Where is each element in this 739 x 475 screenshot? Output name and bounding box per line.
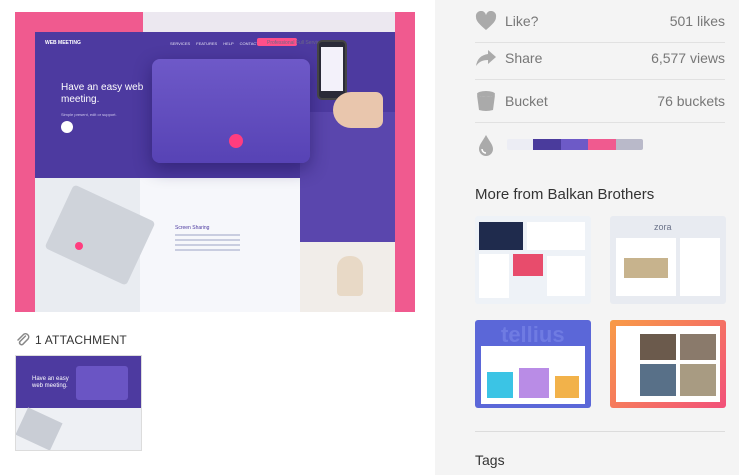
thumb-photo [624,258,668,278]
share-arrow-icon [475,47,497,69]
thumb-card [479,254,509,298]
shot-pink-dot [75,242,83,250]
color-palette-row [475,123,725,166]
thumb-red-block [513,254,543,276]
shot-section-heading: Professional Full Service [267,40,323,46]
bucket-row[interactable]: Bucket 76 buckets [475,80,725,123]
thumb-card [547,256,585,296]
thumb-card [76,366,128,400]
attachments-header: 1 ATTACHMENT [15,332,127,348]
thumb-chart-bars [487,372,513,398]
shot-login-card [152,59,310,163]
shot-column: WEB MEETING SERVICES FEATURES HELP CONTA… [0,0,435,475]
shot-card-arrow-icon [229,134,243,148]
shot-pink-edge [395,12,415,312]
shot-play-icon [61,121,73,133]
thumb-heading: Have an easy web meeting. [32,376,69,389]
palette-swatch[interactable] [507,139,533,150]
more-shot-zora[interactable]: zora [610,216,726,304]
thumb-zora-text: zora [654,222,672,232]
palette-swatch[interactable] [588,139,616,150]
more-shot-tellius[interactable]: tellius [475,320,591,408]
thumb-tellius-text: tellius [501,322,565,347]
attachment-thumbnail[interactable]: Have an easy web meeting. [15,355,142,451]
palette-swatch[interactable] [616,139,643,150]
tags-title: Tags [475,452,505,468]
shot-screen-sharing-title: Screen Sharing [175,225,210,231]
thumb-photo [640,334,676,360]
shot-phone-screen [321,47,343,91]
shot-page: WEB MEETING SERVICES FEATURES HELP CONTA… [0,0,739,475]
more-shot-real-estate[interactable] [610,320,726,408]
like-count: 501 likes [669,13,725,29]
paperclip-icon [17,333,30,346]
shot-text-lines [175,234,240,254]
palette-swatch[interactable] [533,139,561,150]
droplet-icon [475,134,497,156]
more-shot-dashboard[interactable] [475,216,591,304]
shot-feature-panel [300,112,397,242]
thumb-white-panel [527,222,585,250]
thumb-card [680,238,720,296]
thumb-dark-panel [479,222,523,250]
like-label[interactable]: Like? [505,13,670,29]
attachments-label: 1 ATTACHMENT [35,333,127,347]
shot-hero-sub: Simple present, edit or support. [61,112,117,117]
thumb-photo [680,364,716,396]
share-label[interactable]: Share [505,50,651,66]
thumb-chart-area [519,368,549,398]
thumb-photo [680,334,716,360]
shot-hand [333,92,383,128]
views-count: 6,577 views [651,50,725,66]
heart-icon [475,10,497,32]
bucket-count: 76 buckets [657,93,725,109]
shot-nav-item: FEATURES [196,41,218,46]
palette-swatch[interactable] [561,139,588,150]
color-palette [507,139,643,150]
main-shot-image[interactable]: WEB MEETING SERVICES FEATURES HELP CONTA… [15,12,415,312]
tags-divider [475,431,725,432]
thumb-photo [640,364,676,396]
more-from-title: More from Balkan Brothers [475,186,655,203]
shot-nav-item: SERVICES [170,41,191,46]
shot-nav-item: HELP [223,41,234,46]
shot-logo: WEB MEETING [45,40,81,46]
thumb-chart-orange [555,376,579,398]
bucket-icon [475,90,497,112]
bucket-label[interactable]: Bucket [505,93,657,109]
shot-top-band [143,12,395,32]
share-row[interactable]: Share 6,577 views [475,37,725,80]
shot-person [337,256,363,296]
